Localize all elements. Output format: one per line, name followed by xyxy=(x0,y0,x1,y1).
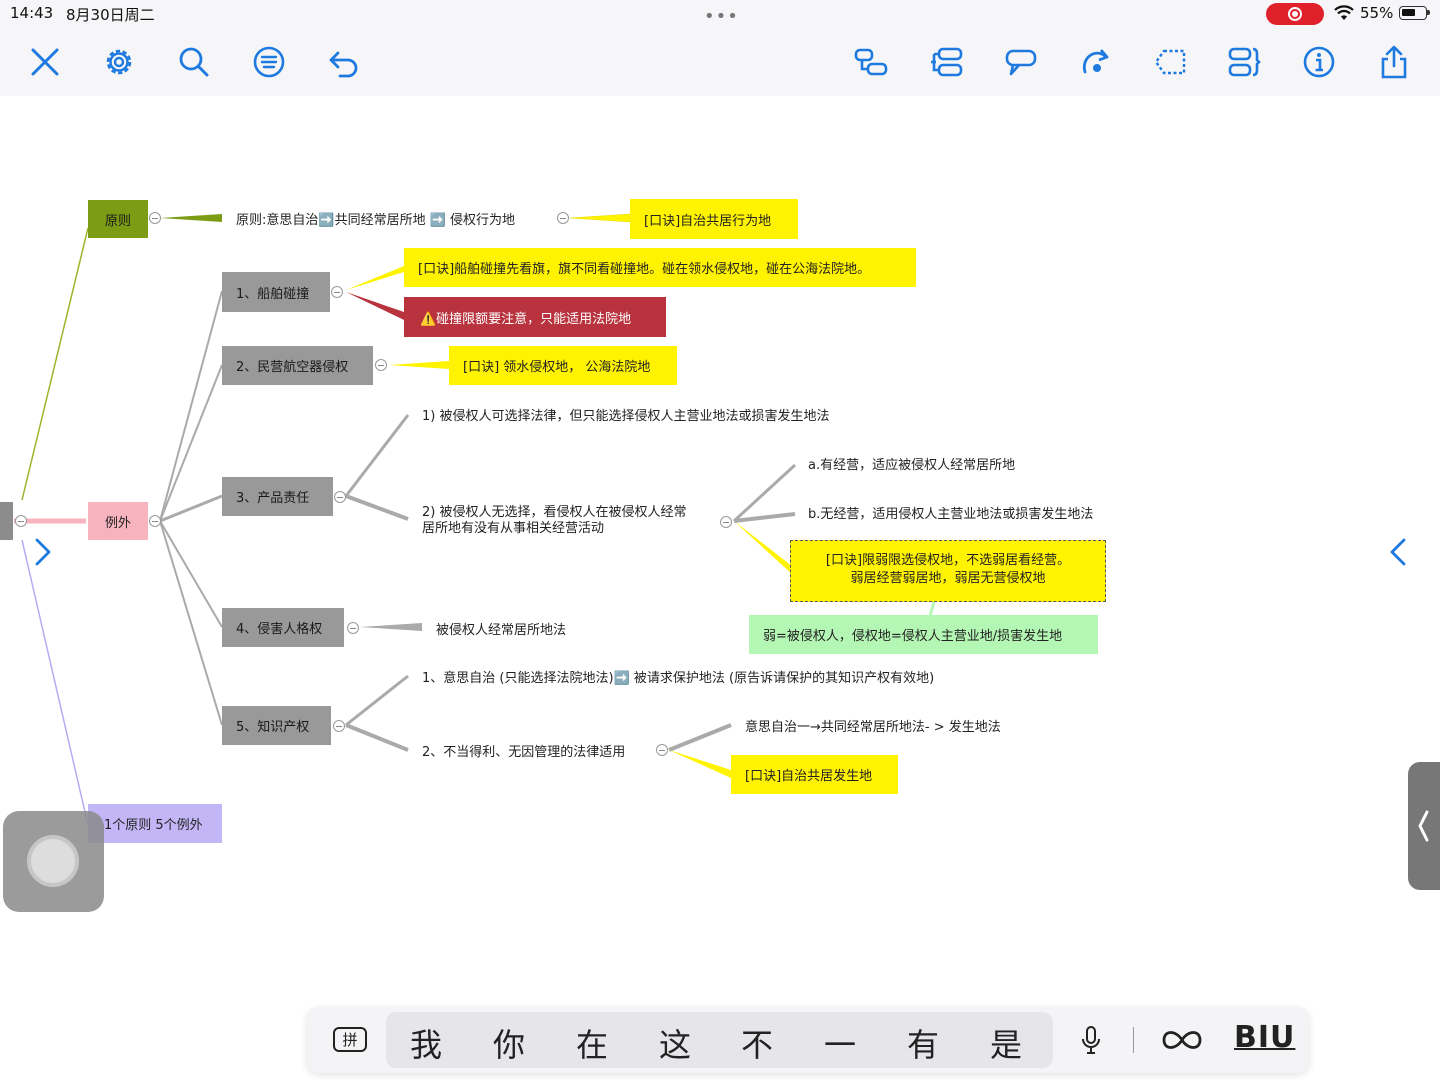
topic-ship-collision[interactable]: 1、船舶碰撞 xyxy=(222,272,330,312)
product-tip-line-1: [口诀]限弱限选侵权地，不选弱居看经营。 xyxy=(825,553,1071,568)
topic-without-business[interactable]: b.无经营，适用侵权人主营业地法或损害发生地法 xyxy=(808,502,1093,522)
collapse-exception-toggle[interactable] xyxy=(149,515,161,527)
text-format-button[interactable]: BIU xyxy=(1234,1020,1295,1055)
ime-switch-key[interactable]: 拼 xyxy=(333,1027,367,1052)
product-tip-line-2: 弱居经营弱居地，弱居无营侵权地 xyxy=(850,571,1046,586)
collapse-aircraft-tort-toggle[interactable] xyxy=(375,359,387,371)
collapse-personality-rights-toggle[interactable] xyxy=(347,622,359,634)
candidate-7[interactable]: 有 xyxy=(907,1020,939,1066)
candidate-6[interactable]: 一 xyxy=(824,1020,856,1066)
topic-ip[interactable]: 5、知识产权 xyxy=(222,706,331,745)
root-topic-stub[interactable] xyxy=(0,502,13,540)
side-drawer-handle[interactable] xyxy=(1408,762,1440,890)
expand-left-panel-icon[interactable] xyxy=(30,536,56,572)
collapse-unjust-enrichment-toggle[interactable] xyxy=(656,744,668,756)
topic-product-liability-nochoice[interactable]: 2) 被侵权人无选择，看侵权人在被侵权人经常 居所地有没有从事相关经营活动 xyxy=(422,505,686,537)
candidate-2[interactable]: 你 xyxy=(493,1020,525,1066)
candidate-1[interactable]: 我 xyxy=(410,1020,442,1066)
candidate-8[interactable]: 是 xyxy=(990,1020,1022,1066)
collapse-ship-collision-toggle[interactable] xyxy=(331,286,343,298)
candidate-3[interactable]: 在 xyxy=(576,1020,608,1066)
topic-unjust-enrichment-tip[interactable]: [口诀]自治共居发生地 xyxy=(731,755,898,794)
nochoice-line-1: 2) 被侵权人无选择，看侵权人在被侵权人经常 xyxy=(422,505,687,520)
topic-exception[interactable]: 例外 xyxy=(88,502,148,540)
topic-product-liability[interactable]: 3、产品责任 xyxy=(222,477,333,516)
topic-principle-tip[interactable]: [口诀]自治共居行为地 xyxy=(630,199,798,239)
mindmap-connectors xyxy=(14,213,936,826)
candidate-4[interactable]: 这 xyxy=(659,1020,691,1066)
topic-product-liability-tip[interactable]: [口诀]限弱限选侵权地，不选弱居看经营。 弱居经营弱居地，弱居无营侵权地 xyxy=(790,540,1106,602)
topic-aircraft-tort-tip[interactable]: [口诀] 领水侵权地， 公海法院地 xyxy=(449,346,677,385)
topic-unjust-enrichment[interactable]: 2、不当得利、无因管理的法律适用 xyxy=(422,740,625,760)
candidate-5[interactable]: 不 xyxy=(741,1020,773,1066)
collapse-root-toggle[interactable] xyxy=(15,515,27,527)
chevron-left-icon xyxy=(1418,810,1429,842)
topic-ship-collision-warning[interactable]: ⚠️碰撞限额要注意，只能适用法院地 xyxy=(404,297,666,337)
topic-personality-rights-law[interactable]: 被侵权人经常居所地法 xyxy=(436,618,566,638)
microphone-icon[interactable] xyxy=(1078,1024,1104,1060)
collapse-principle-text-toggle[interactable] xyxy=(557,212,569,224)
topic-personality-rights[interactable]: 4、侵害人格权 xyxy=(222,608,344,647)
nochoice-line-2: 居所地有没有从事相关经营活动 xyxy=(422,521,605,536)
collapse-nochoice-toggle[interactable] xyxy=(720,516,732,528)
topic-summary[interactable]: 1个原则 5个例外 xyxy=(88,804,222,843)
topic-ip-autonomy[interactable]: 1、意思自治 (只能选择法院地法)➡️ 被请求保护地法 (原告诉请保护的其知识产… xyxy=(422,666,934,686)
topic-product-liability-choice[interactable]: 1) 被侵权人可选择法律，但只能选择侵权人主营业地法或损害发生地法 xyxy=(422,404,829,424)
collapse-ip-toggle[interactable] xyxy=(333,720,345,732)
ime-label: 拼 xyxy=(342,1031,358,1049)
candidate-list xyxy=(386,1012,1053,1068)
topic-principle-text[interactable]: 原则:意思自治➡️共同经常居所地 ➡️ 侵权行为地 xyxy=(236,208,515,228)
collapse-principle-toggle[interactable] xyxy=(149,212,161,224)
collapse-product-liability-toggle[interactable] xyxy=(334,491,346,503)
infinity-icon[interactable] xyxy=(1160,1026,1204,1058)
topic-unjust-enrichment-order[interactable]: 意思自治一→共同经常居所地法- > 发生地法 xyxy=(745,715,1001,735)
topic-aircraft-tort[interactable]: 2、民营航空器侵权 xyxy=(222,346,373,385)
topic-ship-collision-tip[interactable]: [口诀]船舶碰撞先看旗，旗不同看碰撞地。碰在领水侵权地，碰在公海法院地。 xyxy=(404,248,916,287)
assistive-touch-button[interactable] xyxy=(3,811,104,912)
topic-principle[interactable]: 原则 xyxy=(88,200,148,238)
topic-with-business[interactable]: a.有经营，适应被侵权人经常居所地 xyxy=(808,453,1015,473)
expand-right-panel-icon[interactable] xyxy=(1385,536,1411,572)
toolbar-divider xyxy=(1133,1027,1134,1053)
topic-product-liability-note[interactable]: 弱=被侵权人，侵权地=侵权人主营业地/损害发生地 xyxy=(749,615,1098,654)
